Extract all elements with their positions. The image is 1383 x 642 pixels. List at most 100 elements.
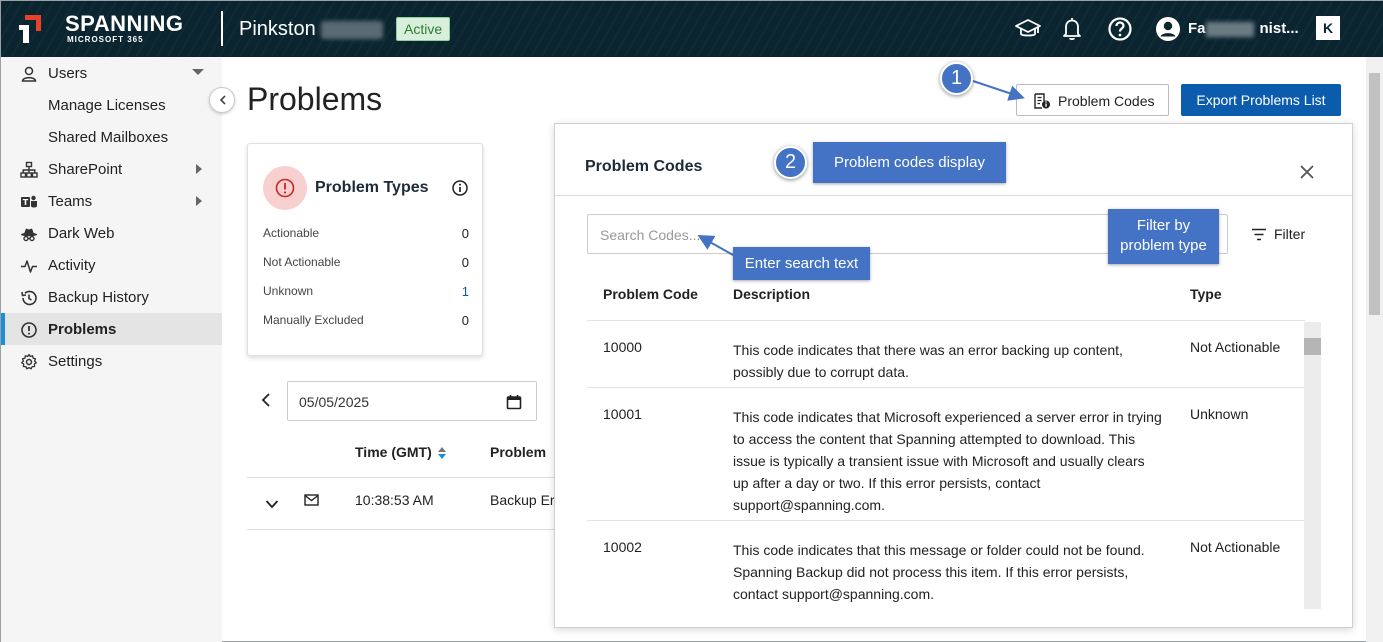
info-icon[interactable] <box>452 180 468 196</box>
sidebar-item-label: Settings <box>48 353 103 370</box>
graduation-cap-icon[interactable] <box>1014 15 1042 43</box>
chevron-right-icon <box>196 164 202 174</box>
time-column-label: Time (GMT) <box>355 444 432 460</box>
page-title: Problems <box>247 81 383 117</box>
problem-type-row[interactable]: Not Actionable 0 <box>263 255 469 270</box>
sidebar-item-settings[interactable]: Settings <box>1 345 222 377</box>
problem-type-row[interactable]: Actionable 0 <box>263 226 469 241</box>
type-column-header: Type <box>1190 286 1222 302</box>
close-icon[interactable] <box>1299 164 1315 180</box>
codes-list-scrollbar-thumb[interactable] <box>1304 338 1321 355</box>
svg-text:T: T <box>23 198 29 207</box>
sidebar-item-problems[interactable]: Problems <box>1 313 222 345</box>
header-divider <box>221 11 223 46</box>
sidebar-item-label: Activity <box>48 257 96 274</box>
filter-icon <box>1252 228 1266 241</box>
alert-circle-icon <box>21 322 37 338</box>
dialog-title: Problem Codes <box>585 158 703 175</box>
problem-types-title: Problem Types <box>315 179 429 196</box>
problem-codes-button-label: Problem Codes <box>1058 93 1155 109</box>
problem-codes-button[interactable]: Problem Codes <box>1016 84 1169 116</box>
table-row: 10001 This code indicates that Microsoft… <box>587 387 1305 520</box>
problem-type-count: 0 <box>461 226 469 241</box>
table-cell-problem: Backup Er <box>490 492 555 508</box>
annotation-filter-label: Filter by problem type <box>1108 209 1219 264</box>
problem-description: This code indicates that there was an er… <box>733 342 1123 380</box>
help-icon[interactable] <box>1106 15 1134 43</box>
annotation-step-two: 2 <box>774 146 807 179</box>
table-row: 10000 This code indicates that there was… <box>587 320 1305 387</box>
envelope-icon[interactable] <box>304 494 319 506</box>
codes-list-scrollbar[interactable] <box>1304 322 1321 609</box>
filter-button-label: Filter <box>1274 226 1306 242</box>
problem-codes-list[interactable]: 10000 This code indicates that there was… <box>587 320 1305 610</box>
problem-type: Not Actionable <box>1190 539 1281 555</box>
annotation-step-one: 1 <box>940 62 973 95</box>
user-avatar-icon[interactable] <box>1154 15 1182 43</box>
top-bar: SPANNING MICROSOFT 365 Pinkston Active F… <box>1 1 1383 57</box>
problem-code: 10001 <box>603 406 642 422</box>
sort-icon <box>438 447 446 459</box>
page-scrollbar-thumb[interactable] <box>1369 73 1380 315</box>
sidebar-item-label: Shared Mailboxes <box>48 129 169 146</box>
teams-icon: T <box>21 195 37 208</box>
dialog-header-divider <box>555 195 1352 196</box>
sidebar-item-dark-web[interactable]: Dark Web <box>1 217 222 249</box>
sidebar-item-label: Teams <box>48 193 93 210</box>
problem-code: 10002 <box>603 539 642 555</box>
calendar-icon[interactable] <box>506 394 522 410</box>
problem-type-label: Manually Excluded <box>263 313 364 327</box>
brand-name: SPANNING <box>65 11 184 36</box>
problem-type-label: Unknown <box>263 284 314 298</box>
chevron-left-icon <box>219 95 226 105</box>
problem-column-header[interactable]: Problem <box>490 444 546 460</box>
user-name-redacted <box>1206 22 1254 37</box>
sidebar: Users Manage Licenses Shared Mailboxes S… <box>1 57 222 642</box>
gear-icon <box>21 353 37 370</box>
kaseya-logo-icon[interactable]: K <box>1316 16 1340 40</box>
spanning-logo-icon <box>19 15 41 43</box>
activity-pulse-icon <box>21 260 37 273</box>
user-icon <box>21 66 37 82</box>
sidebar-item-sharepoint[interactable]: SharePoint <box>1 153 222 185</box>
sidebar-item-activity[interactable]: Activity <box>1 249 222 281</box>
sitemap-icon <box>20 161 38 178</box>
problem-types-card: Problem Types Actionable 0 Not Actionabl… <box>247 143 483 356</box>
sidebar-item-teams[interactable]: T Teams <box>1 185 222 217</box>
description-column-header: Description <box>733 286 811 302</box>
sidebar-item-label: Dark Web <box>48 225 115 242</box>
date-value: 05/05/2025 <box>299 394 370 410</box>
problem-type-row[interactable]: Unknown 1 <box>263 284 469 299</box>
table-cell-time: 10:38:53 AM <box>355 492 434 508</box>
time-column-header[interactable]: Time (GMT) <box>355 444 446 460</box>
search-placeholder: Search Codes... <box>600 227 701 243</box>
sidebar-item-label: Backup History <box>48 289 149 306</box>
problem-type-row[interactable]: Manually Excluded 0 <box>263 313 469 328</box>
collapse-sidebar-button[interactable] <box>209 87 235 113</box>
tenant-name[interactable]: Pinkston <box>239 18 316 41</box>
problem-type-count: 1 <box>461 284 469 299</box>
bell-icon[interactable] <box>1058 15 1086 43</box>
history-icon <box>21 290 37 306</box>
expand-row-chevron-icon[interactable] <box>265 499 279 509</box>
brand-subtitle: MICROSOFT 365 <box>67 35 144 44</box>
sidebar-item-users[interactable]: Users <box>1 57 222 89</box>
export-problems-list-button[interactable]: Export Problems List <box>1181 84 1341 116</box>
problem-code: 10000 <box>603 339 642 355</box>
date-picker-input[interactable]: 05/05/2025 <box>287 381 537 421</box>
sidebar-item-backup-history[interactable]: Backup History <box>1 281 222 313</box>
sidebar-item-manage-licenses[interactable]: Manage Licenses <box>1 89 222 121</box>
problem-codes-dialog: Problem Codes Search Codes... Filter Pro… <box>554 123 1353 628</box>
chevron-down-icon <box>192 69 204 75</box>
problem-description: This code indicates that Microsoft exper… <box>733 409 1162 513</box>
table-row: 10002 This code indicates that this mess… <box>587 520 1305 610</box>
sidebar-item-label: Problems <box>48 321 117 338</box>
filter-button[interactable]: Filter <box>1251 225 1311 245</box>
previous-date-button[interactable] <box>259 391 273 409</box>
problem-description: This code indicates that this message or… <box>733 542 1145 602</box>
problem-type-label: Actionable <box>263 226 320 240</box>
sidebar-item-shared-mailboxes[interactable]: Shared Mailboxes <box>1 121 222 153</box>
sidebar-item-label: Manage Licenses <box>48 97 166 114</box>
chevron-right-icon <box>196 196 202 206</box>
problem-type-count: 0 <box>461 313 469 328</box>
